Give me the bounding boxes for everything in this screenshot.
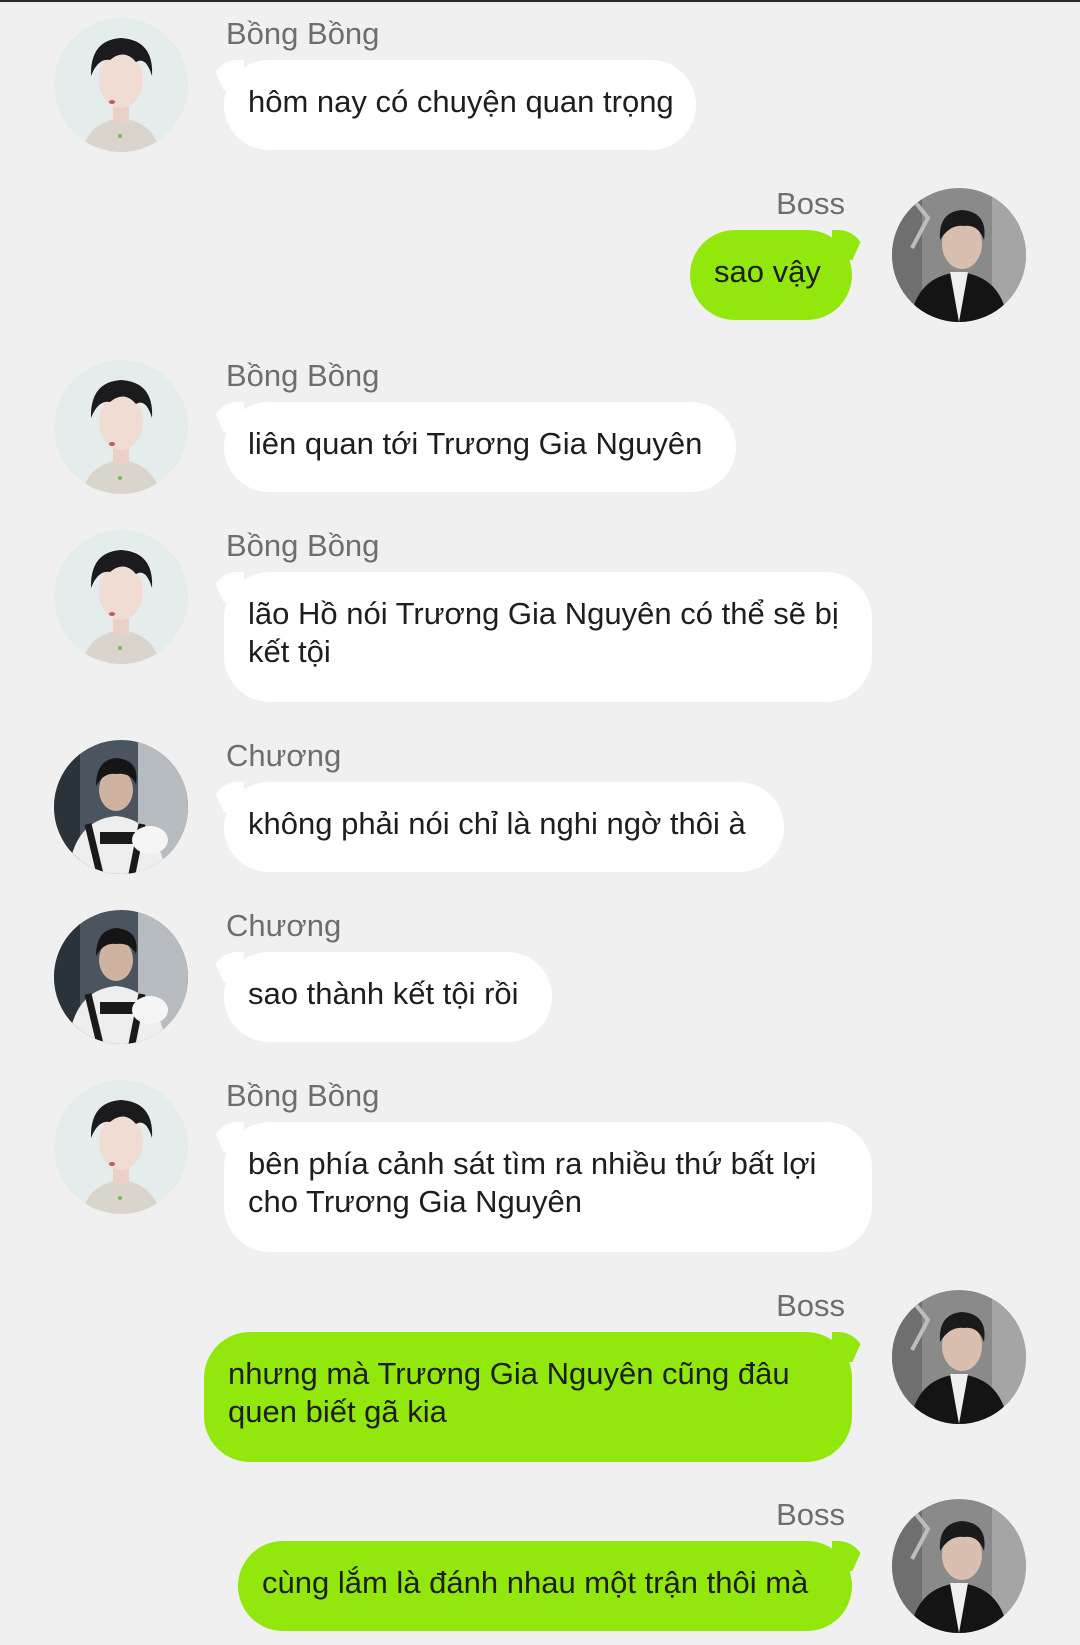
message-bubble[interactable]: lão Hồ nói Trương Gia Nguyên có thể sẽ b… [224, 572, 872, 702]
sender-name: Bồng Bồng [226, 16, 380, 51]
sender-name: Chương [226, 908, 342, 943]
sender-name: Boss [776, 1497, 845, 1532]
boss-avatar[interactable] [892, 188, 1026, 322]
message-bubble[interactable]: liên quan tới Trương Gia Nguyên [224, 402, 736, 492]
boss-avatar[interactable] [892, 1499, 1026, 1633]
bong-bong-avatar[interactable] [54, 360, 188, 494]
sender-name: Bồng Bồng [226, 528, 380, 563]
sender-name: Bồng Bồng [226, 358, 380, 393]
message-bubble[interactable]: bên phía cảnh sát tìm ra nhiều thứ bất l… [224, 1122, 872, 1252]
message-bubble[interactable]: sao vậy [690, 230, 852, 320]
chuong-avatar[interactable] [54, 910, 188, 1044]
message-bubble[interactable]: sao thành kết tội rồi [224, 952, 552, 1042]
bong-bong-avatar[interactable] [54, 18, 188, 152]
boss-avatar[interactable] [892, 1290, 1026, 1424]
sender-name: Chương [226, 738, 342, 773]
chuong-avatar[interactable] [54, 740, 188, 874]
message-bubble[interactable]: cùng lắm là đánh nhau một trận thôi mà [238, 1541, 852, 1631]
sender-name: Bồng Bồng [226, 1078, 380, 1113]
bong-bong-avatar[interactable] [54, 530, 188, 664]
message-bubble[interactable]: hôm nay có chuyện quan trọng [224, 60, 696, 150]
bong-bong-avatar[interactable] [54, 1080, 188, 1214]
message-bubble[interactable]: nhưng mà Trương Gia Nguyên cũng đâu quen… [204, 1332, 852, 1462]
sender-name: Boss [776, 1288, 845, 1323]
sender-name: Boss [776, 186, 845, 221]
message-bubble[interactable]: không phải nói chỉ là nghi ngờ thôi à [224, 782, 784, 872]
